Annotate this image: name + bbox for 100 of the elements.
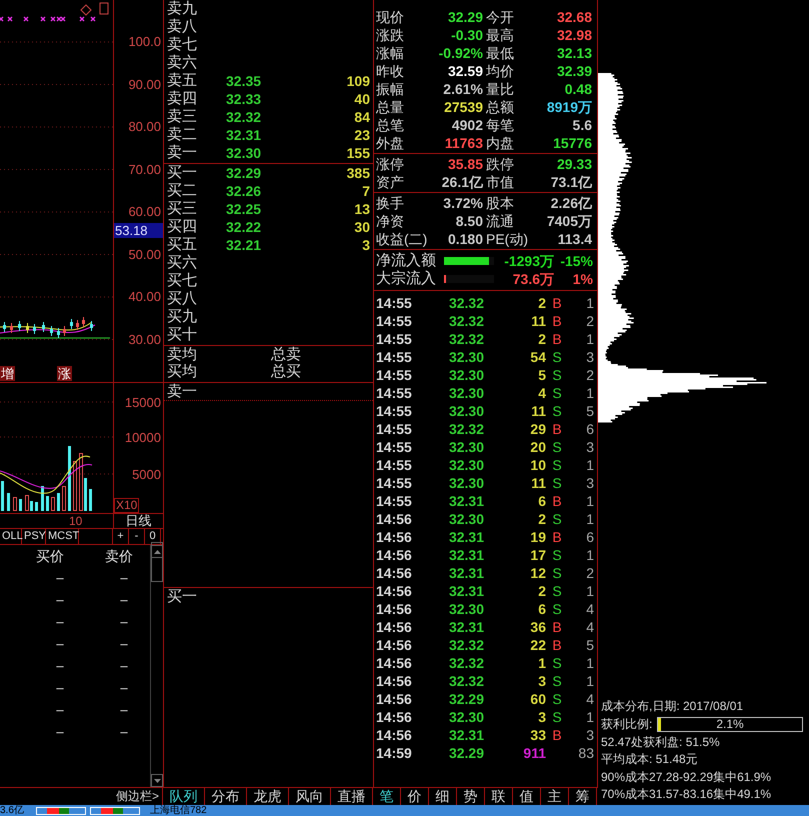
trade-count: 1	[585, 294, 595, 312]
trade-price: 32.32	[448, 672, 484, 690]
field-label: 外盘	[376, 134, 405, 152]
trade-side: S	[551, 708, 563, 726]
volume: 109	[346, 72, 371, 90]
level-label: 买三	[166, 200, 198, 218]
turnover-text: 3.6亿	[0, 805, 25, 816]
chip-stat: 90%成本27.28-92.29集中61.9%	[601, 768, 772, 786]
trade-time: 14:55	[376, 330, 413, 348]
price: 32.25	[226, 200, 262, 218]
price: 32.30	[226, 144, 262, 162]
volume-bar	[7, 493, 10, 511]
trade-price: 32.31	[448, 528, 484, 546]
field-label: 总量	[376, 98, 405, 116]
trade-price: 32.32	[448, 420, 484, 438]
trade-time: 14:55	[376, 474, 413, 492]
trade-volume: 12	[529, 564, 546, 582]
trade-price: 32.31	[448, 546, 484, 564]
trade-volume: 19	[529, 528, 546, 546]
field-value: 32.39	[556, 62, 593, 80]
diamond-icon	[80, 4, 92, 16]
trade-volume: 4	[537, 384, 546, 402]
trade-count: 2	[585, 312, 595, 330]
field-label: 均价	[486, 62, 515, 80]
trade-count: 3	[585, 348, 595, 366]
trade-count: 5	[585, 402, 595, 420]
trade-count: 4	[585, 618, 595, 636]
volume-bar	[57, 493, 60, 511]
trade-count: 83	[577, 744, 595, 762]
level-label: 买二	[166, 182, 198, 200]
field-label: 市值	[486, 173, 515, 191]
trade-volume: 10	[529, 456, 546, 474]
zoom-button[interactable]: +	[113, 529, 129, 544]
flow-label: 净流入额	[376, 250, 437, 270]
flow-percent: -15%	[559, 252, 594, 270]
trade-side: S	[551, 402, 563, 420]
trade-side: S	[551, 474, 563, 492]
trade-count: 2	[585, 564, 595, 582]
field-label: 总额	[486, 98, 515, 116]
trade-time: 14:56	[376, 582, 413, 600]
trade-side: B	[551, 636, 563, 654]
scale-label: X10	[114, 498, 140, 513]
trade-count: 1	[585, 546, 595, 564]
trade-time: 14:56	[376, 546, 413, 564]
price: 32.29	[226, 164, 262, 182]
trade-side: S	[551, 384, 563, 402]
field-label: 收益(二)	[376, 230, 428, 248]
table-cell-text: –	[55, 635, 65, 654]
level-label: 卖七	[166, 36, 198, 54]
zoom-button[interactable]: 0	[145, 529, 161, 544]
trade-price: 32.29	[448, 744, 484, 762]
trade-count: 3	[585, 438, 595, 456]
trade-price: 32.30	[448, 402, 484, 420]
signal-tag: 增	[0, 366, 15, 381]
volume-bar	[89, 489, 92, 511]
field-value: 73.1亿	[550, 173, 593, 191]
trade-price: 32.30	[448, 366, 484, 384]
field-label: 涨跌	[376, 26, 405, 44]
price: 32.32	[226, 108, 262, 126]
trade-volume: 3	[537, 708, 546, 726]
trade-price: 32.31	[448, 492, 484, 510]
trade-side: S	[551, 438, 563, 456]
server-text: 上海电信782	[150, 805, 207, 816]
square-icon	[100, 2, 108, 14]
period-label: 日线	[113, 514, 163, 528]
scroll-up-icon[interactable]	[154, 550, 160, 554]
trade-volume: 54	[529, 348, 546, 366]
trade-price: 32.32	[448, 294, 484, 312]
table-cell-text: –	[55, 613, 65, 632]
trade-side: S	[551, 690, 563, 708]
summary-label: 卖均	[166, 345, 198, 364]
scrollbar[interactable]	[150, 545, 163, 787]
price: 32.26	[226, 182, 262, 200]
level-label: 卖一	[166, 144, 198, 162]
field-label: 总笔	[376, 116, 405, 134]
trade-price: 32.32	[448, 312, 484, 330]
level-label: 买五	[166, 236, 198, 254]
level-label: 买八	[166, 290, 198, 308]
trade-time: 14:55	[376, 366, 413, 384]
trade-count: 1	[585, 330, 595, 348]
trade-count: 6	[585, 528, 595, 546]
trade-count: 6	[585, 420, 595, 438]
trade-side: S	[551, 582, 563, 600]
table-cell-text: –	[55, 569, 65, 588]
scroll-down-icon[interactable]	[154, 778, 160, 782]
table-cell-text: –	[55, 701, 65, 720]
field-value: 32.98	[556, 26, 593, 44]
volume-bar	[46, 496, 49, 511]
table-cell-text: –	[55, 657, 65, 676]
trade-volume: 5	[537, 366, 546, 384]
price: 32.31	[226, 126, 262, 144]
table-cell-text: –	[55, 679, 65, 698]
volume-bar	[1, 481, 4, 511]
zoom-button[interactable]: -	[129, 529, 145, 544]
level-label: 卖三	[166, 108, 198, 126]
field-label: 换手	[376, 194, 405, 212]
level-label: 卖五	[166, 72, 198, 90]
volume-bar	[19, 499, 22, 511]
price: 32.22	[226, 218, 262, 236]
trade-time: 14:56	[376, 528, 413, 546]
